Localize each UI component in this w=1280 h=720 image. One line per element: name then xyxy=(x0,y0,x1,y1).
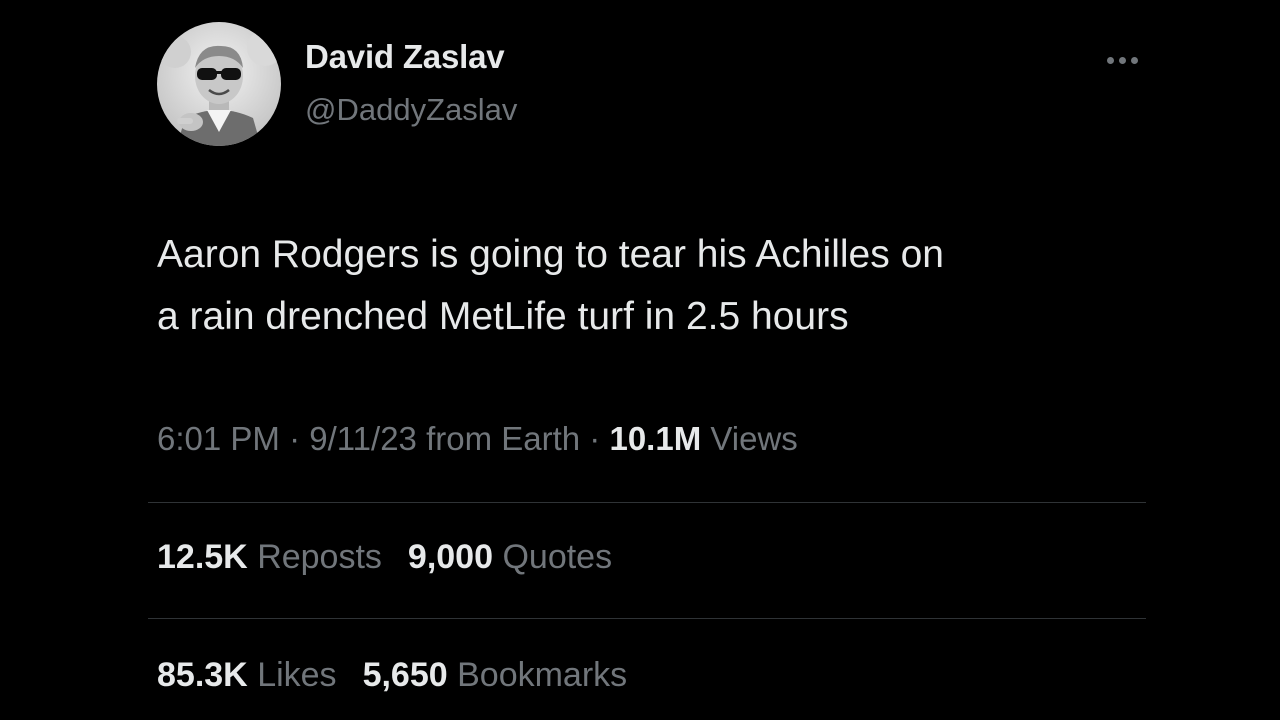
bookmarks-stat[interactable]: 5,650 Bookmarks xyxy=(363,656,628,695)
tweet-detail: David Zaslav @DaddyZaslav Aaron Rodgers … xyxy=(0,0,1280,720)
more-horizontal-icon xyxy=(1106,56,1138,64)
meta-separator: · xyxy=(589,420,601,457)
divider xyxy=(148,618,1146,619)
tweet-text: Aaron Rodgers is going to tear his Achil… xyxy=(157,224,1147,348)
tweet-source: from Earth xyxy=(426,420,581,457)
divider xyxy=(148,502,1146,503)
tweet-metadata: 6:01 PM · 9/11/23 from Earth · 10.1M Vie… xyxy=(157,420,798,458)
avatar-photo xyxy=(157,22,281,146)
views-label: Views xyxy=(710,420,798,457)
author-display-name[interactable]: David Zaslav xyxy=(305,38,505,76)
author-handle[interactable]: @DaddyZaslav xyxy=(305,92,517,128)
meta-separator: · xyxy=(289,420,301,457)
quotes-count: 9,000 xyxy=(407,538,494,576)
bookmarks-label: Bookmarks xyxy=(457,656,628,694)
more-options-button[interactable] xyxy=(1096,44,1148,76)
reposts-count: 12.5K xyxy=(157,538,248,576)
tweet-time[interactable]: 6:01 PM xyxy=(157,420,280,457)
bookmarks-count: 5,650 xyxy=(362,656,448,694)
likes-count: 85.3K xyxy=(157,656,248,694)
reposts-label: Reposts xyxy=(257,538,382,576)
views-count: 10.1M xyxy=(609,420,702,457)
quotes-label: Quotes xyxy=(502,538,613,576)
likes-stat[interactable]: 85.3K Likes xyxy=(157,656,337,695)
quotes-stat[interactable]: 9,000 Quotes xyxy=(408,538,612,577)
likes-label: Likes xyxy=(257,656,337,694)
tweet-date[interactable]: 9/11/23 xyxy=(309,420,417,457)
tweet-text-line: a rain drenched MetLife turf in 2.5 hour… xyxy=(157,295,849,338)
stats-row-shares: 12.5K Reposts 9,000 Quotes xyxy=(157,538,612,577)
avatar[interactable] xyxy=(157,22,281,146)
tweet-text-line: Aaron Rodgers is going to tear his Achil… xyxy=(157,233,944,276)
stats-row-engagement: 85.3K Likes 5,650 Bookmarks xyxy=(157,656,627,695)
reposts-stat[interactable]: 12.5K Reposts xyxy=(157,538,382,577)
